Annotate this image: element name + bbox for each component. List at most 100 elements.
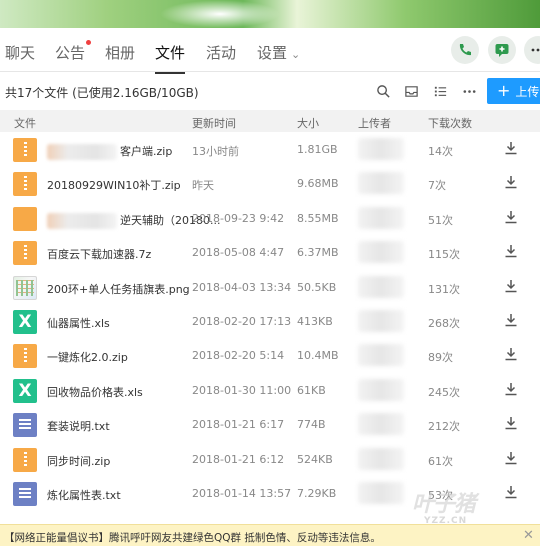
tab-chat[interactable]: 聊天 xyxy=(5,42,35,63)
list-view-icon[interactable] xyxy=(431,82,449,100)
uploader-redacted xyxy=(358,172,404,195)
download-icon[interactable] xyxy=(503,484,519,500)
file-name[interactable]: 套装说明.txt xyxy=(47,418,110,434)
uploader-redacted xyxy=(358,275,404,298)
more-actions-icon[interactable] xyxy=(460,82,478,100)
download-count: 7次 xyxy=(428,179,446,193)
voice-call-button[interactable] xyxy=(451,36,479,64)
file-name[interactable]: 20180929WIN10补丁.zip xyxy=(47,177,181,193)
file-row[interactable]: 客户端.zip 13小时前 1.81GB 14次 xyxy=(0,132,540,166)
file-size: 7.29KB xyxy=(297,486,337,500)
file-row[interactable]: 逆天辅助（20180... 2018-09-23 9:42 8.55MB 51次 xyxy=(0,201,540,235)
add-app-button[interactable] xyxy=(488,36,516,64)
file-time: 13小时前 xyxy=(192,145,239,158)
header-size[interactable]: 大小 xyxy=(297,115,319,131)
uploader-redacted xyxy=(358,138,404,160)
more-options-button[interactable] xyxy=(524,36,540,64)
download-icon[interactable] xyxy=(503,346,519,362)
file-size: 61KB xyxy=(297,383,326,397)
file-name[interactable]: 炼化属性表.txt xyxy=(47,487,121,503)
file-size: 8.55MB xyxy=(297,211,339,225)
zip-file-icon xyxy=(13,344,37,369)
file-name-text: 同步时间.zip xyxy=(47,454,111,468)
xls-file-icon: X xyxy=(13,378,37,403)
file-name-text: 百度云下载加速器.7z xyxy=(47,248,152,262)
unread-dot xyxy=(86,40,92,45)
file-row[interactable]: X 回收物品价格表.xls 2018-01-30 11:00 61KB 245次 xyxy=(0,373,540,407)
file-name[interactable]: 200环+单人任务插旗表.png xyxy=(47,281,190,297)
tab-activity[interactable]: 活动 xyxy=(206,42,236,63)
download-icon[interactable] xyxy=(503,174,519,190)
group-nav-bar: 聊天 公告 相册 文件 活动 设置 ⌄ xyxy=(0,28,540,74)
header-downloads[interactable]: 下载次数 xyxy=(428,115,472,131)
tab-announcement[interactable]: 公告 xyxy=(55,40,92,63)
file-name-text: 回收物品价格表.xls xyxy=(47,385,143,399)
download-icon[interactable] xyxy=(503,278,519,294)
chevron-down-icon: ⌄ xyxy=(291,48,301,61)
exe-file-icon xyxy=(13,206,37,231)
upload-button[interactable]: + 上传 xyxy=(487,78,540,104)
file-name-text: 200环+单人任务插旗表.png xyxy=(47,282,190,296)
download-count: 245次 xyxy=(428,385,460,399)
upload-label: 上传 xyxy=(515,84,540,99)
file-name-text: 套装说明.txt xyxy=(47,420,110,434)
download-icon[interactable] xyxy=(503,381,519,397)
download-icon[interactable] xyxy=(503,140,519,156)
download-icon[interactable] xyxy=(503,450,519,466)
file-name-text: 一键炼化2.0.zip xyxy=(47,351,128,365)
uploader-redacted xyxy=(358,413,404,436)
file-row[interactable]: 炼化属性表.txt 2018-01-14 13:57 7.29KB 53次 xyxy=(0,476,540,510)
close-icon[interactable]: ✕ xyxy=(523,528,534,543)
uploader-redacted xyxy=(358,447,404,470)
file-size: 524KB xyxy=(297,452,333,466)
file-name-text: 客户端.zip xyxy=(120,145,173,158)
file-name-text: 炼化属性表.txt xyxy=(47,488,121,502)
download-icon[interactable] xyxy=(503,243,519,259)
inbox-icon[interactable] xyxy=(402,82,420,100)
download-count: 61次 xyxy=(428,454,453,468)
search-icon[interactable] xyxy=(374,82,392,100)
download-icon[interactable] xyxy=(503,209,519,225)
uploader-redacted xyxy=(358,241,404,264)
file-row[interactable]: 百度云下载加速器.7z 2018-05-08 4:47 6.37MB 115次 xyxy=(0,235,540,269)
header-uploader[interactable]: 上传者 xyxy=(358,115,391,131)
redacted-text xyxy=(47,212,117,229)
file-name[interactable]: 百度云下载加速器.7z xyxy=(47,246,151,262)
file-time: 昨天 xyxy=(192,179,214,193)
file-row[interactable]: 同步时间.zip 2018-01-21 6:12 524KB 61次 xyxy=(0,442,540,476)
notice-bar: 【网络正能量倡议书】腾讯呼吁网友共建绿色QQ群 抵制色情、反动等违法信息。 ✕ xyxy=(0,524,540,546)
file-time: 2018-02-20 5:14 xyxy=(192,349,285,363)
tab-files[interactable]: 文件 xyxy=(155,42,186,74)
xls-file-icon: X xyxy=(13,309,37,334)
file-name[interactable]: 一键炼化2.0.zip xyxy=(47,349,128,365)
file-row[interactable]: 套装说明.txt 2018-01-21 6:17 774B 212次 xyxy=(0,407,540,441)
file-name[interactable]: 仙器属性.xls xyxy=(47,315,110,331)
file-size: 6.37MB xyxy=(297,246,339,260)
file-name[interactable]: 回收物品价格表.xls xyxy=(47,384,143,400)
file-row[interactable]: 一键炼化2.0.zip 2018-02-20 5:14 10.4MB 89次 xyxy=(0,338,540,372)
header-time[interactable]: 更新时间 xyxy=(192,115,236,131)
uploader-redacted xyxy=(358,481,404,504)
file-name[interactable]: 同步时间.zip xyxy=(47,453,110,469)
redacted-text xyxy=(47,144,117,160)
file-size: 9.68MB xyxy=(297,177,339,191)
tab-settings[interactable]: 设置 ⌄ xyxy=(257,42,300,63)
file-time: 2018-01-21 6:12 xyxy=(192,452,285,466)
file-row[interactable]: 20180929WIN10补丁.zip 昨天 9.68MB 7次 xyxy=(0,166,540,200)
file-size: 10.4MB xyxy=(297,349,339,363)
add-chat-icon xyxy=(495,44,509,57)
uploader-redacted xyxy=(358,309,404,332)
txt-file-icon xyxy=(13,481,37,506)
header-file[interactable]: 文件 xyxy=(14,115,36,131)
file-time: 2018-05-08 4:47 xyxy=(192,246,285,260)
file-name-text: 仙器属性.xls xyxy=(47,316,110,330)
download-count: 268次 xyxy=(428,316,460,330)
download-icon[interactable] xyxy=(503,312,519,328)
file-row[interactable]: X 仙器属性.xls 2018-02-20 17:13 413KB 268次 xyxy=(0,304,540,338)
tab-announcement-label: 公告 xyxy=(55,44,86,62)
file-size: 774B xyxy=(297,418,326,432)
tab-album[interactable]: 相册 xyxy=(105,42,135,63)
file-name[interactable]: 客户端.zip xyxy=(47,143,172,160)
download-icon[interactable] xyxy=(503,415,519,431)
file-row[interactable]: 200环+单人任务插旗表.png 2018-04-03 13:34 50.5KB 13… xyxy=(0,270,540,304)
